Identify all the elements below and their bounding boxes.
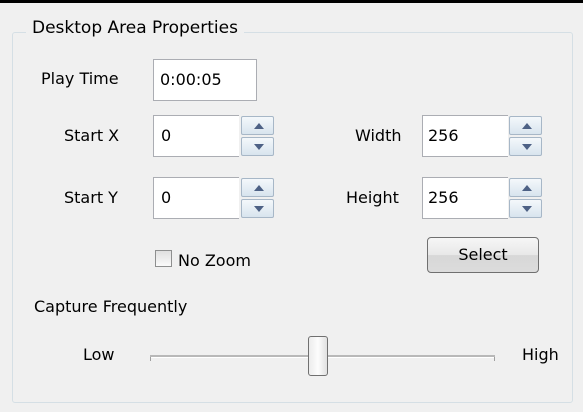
triangle-up-icon [522,123,532,129]
start-y-label: Start Y [64,188,118,207]
start-x-spin-up[interactable] [241,116,274,135]
triangle-up-icon [254,185,264,191]
triangle-down-icon [522,144,532,150]
width-input[interactable]: 256 [422,115,508,157]
no-zoom-checkbox[interactable] [155,250,172,267]
slider-high-label: High [522,345,559,364]
height-value: 256 [428,188,459,207]
width-spin-down[interactable] [509,137,542,156]
height-spin-up[interactable] [509,178,542,197]
start-y-spinner[interactable] [241,177,274,219]
no-zoom-label[interactable]: No Zoom [178,251,251,271]
start-x-input[interactable]: 0 [153,115,239,157]
window-top-border [0,0,583,3]
start-y-value: 0 [161,188,172,207]
width-label: Width [355,126,402,145]
play-time-label: Play Time [41,69,119,88]
start-y-spin-up[interactable] [241,178,274,197]
height-input[interactable]: 256 [422,177,508,219]
width-spinner[interactable] [509,115,542,157]
slider-low-label: Low [83,345,115,364]
start-x-value: 0 [161,126,172,145]
capture-frequently-label: Capture Frequently [34,297,188,316]
triangle-down-icon [254,144,264,150]
start-x-spinner[interactable] [241,115,274,157]
height-spinner[interactable] [509,177,542,219]
slider-tick-end [494,357,495,361]
start-x-label: Start X [64,126,120,145]
play-time-field[interactable]: 0:00:05 [153,59,257,101]
start-y-input[interactable]: 0 [153,177,239,219]
width-value: 256 [428,126,459,145]
triangle-down-icon [254,206,264,212]
triangle-down-icon [522,206,532,212]
start-x-spin-down[interactable] [241,137,274,156]
groupbox-title: Desktop Area Properties [26,17,244,39]
slider-tick-start [150,357,151,361]
capture-slider-thumb[interactable] [308,336,328,376]
triangle-up-icon [522,185,532,191]
select-button[interactable]: Select [427,237,539,273]
play-time-value: 0:00:05 [160,70,222,89]
triangle-up-icon [254,123,264,129]
start-y-spin-down[interactable] [241,199,274,218]
height-spin-down[interactable] [509,199,542,218]
width-spin-up[interactable] [509,116,542,135]
height-label: Height [346,188,399,207]
